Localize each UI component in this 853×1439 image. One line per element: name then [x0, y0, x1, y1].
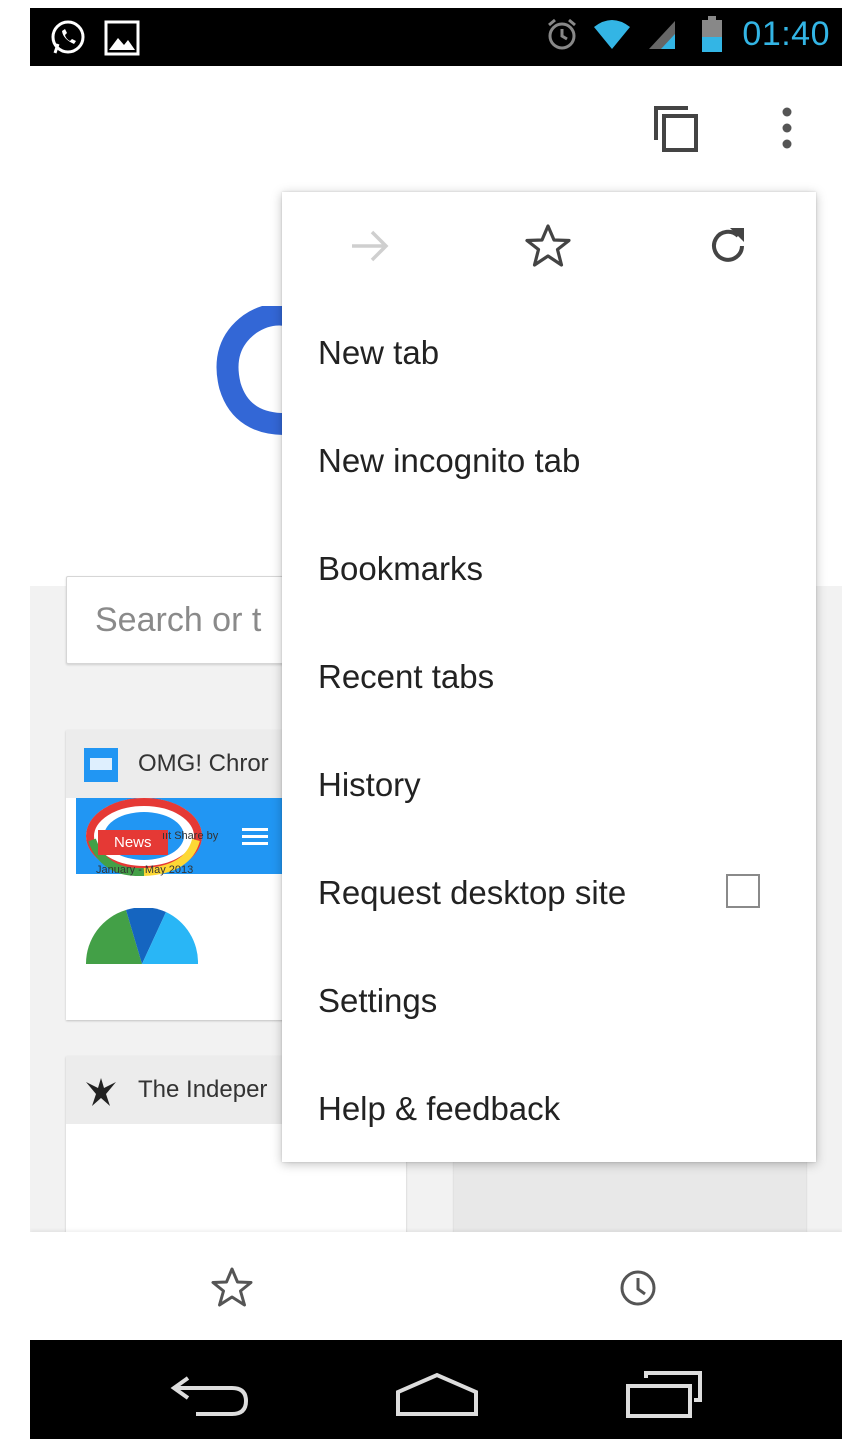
menu-item-new-incognito-tab[interactable]: New incognito tab	[282, 408, 816, 516]
omg-chrome-favicon	[84, 748, 118, 782]
phone-screen: 01:40 Search or t OMG! Chror News ııt Sh…	[30, 8, 842, 1439]
menu-item-history[interactable]: History	[282, 732, 816, 840]
menu-item-label: Recent tabs	[318, 658, 495, 695]
thumbnail-chart-subtitle: January - May 2013	[96, 864, 194, 876]
hamburger-icon	[242, 828, 268, 845]
system-nav-bar	[30, 1340, 842, 1439]
thumbnail-pie-chart	[85, 907, 199, 1020]
gallery-icon	[102, 18, 142, 58]
status-right: 01:40	[542, 14, 830, 54]
menu-icon-row	[282, 192, 816, 300]
whatsapp-icon	[48, 18, 88, 58]
bookmark-star-icon[interactable]	[524, 222, 572, 270]
menu-item-label: New incognito tab	[318, 442, 581, 479]
menu-item-label: History	[318, 766, 421, 803]
status-left	[48, 18, 142, 58]
battery-icon	[692, 14, 732, 54]
menu-item-label: Settings	[318, 982, 438, 1019]
menu-item-label: New tab	[318, 334, 440, 371]
overflow-menu-icon[interactable]	[774, 104, 800, 154]
thumbnail-chart-title: ııt Share by	[162, 830, 219, 842]
recent-history-icon[interactable]	[618, 1268, 658, 1308]
status-time: 01:40	[742, 14, 830, 53]
menu-item-help-feedback[interactable]: Help & feedback	[282, 1056, 816, 1164]
browser-toolbar	[30, 66, 842, 186]
home-icon[interactable]	[394, 1372, 480, 1418]
menu-item-recent-tabs[interactable]: Recent tabs	[282, 624, 816, 732]
forward-icon[interactable]	[346, 222, 394, 270]
menu-item-request-desktop-site[interactable]: Request desktop site	[282, 840, 816, 948]
back-icon[interactable]	[170, 1374, 250, 1418]
reload-icon[interactable]	[704, 222, 752, 270]
overflow-menu: New tab New incognito tab Bookmarks Rece…	[282, 192, 816, 1162]
wifi-icon	[592, 14, 632, 54]
independent-eagle-favicon	[84, 1074, 118, 1108]
request-desktop-site-checkbox[interactable]	[726, 874, 760, 908]
menu-item-new-tab[interactable]: New tab	[282, 300, 816, 408]
menu-item-bookmarks[interactable]: Bookmarks	[282, 516, 816, 624]
menu-item-label: Help & feedback	[318, 1090, 561, 1127]
news-badge: News	[98, 830, 168, 855]
tile-title: The Indeper	[138, 1076, 268, 1103]
signal-icon	[642, 14, 682, 54]
recents-icon[interactable]	[624, 1370, 704, 1420]
search-placeholder: Search or t	[95, 601, 262, 639]
alarm-icon	[542, 14, 582, 54]
status-bar: 01:40	[30, 8, 842, 66]
ntp-bottom-bar	[30, 1232, 842, 1340]
menu-item-settings[interactable]: Settings	[282, 948, 816, 1056]
menu-items: New tab New incognito tab Bookmarks Rece…	[282, 300, 816, 1164]
tab-switcher-icon[interactable]	[652, 104, 702, 154]
bookmarks-star-icon[interactable]	[210, 1266, 254, 1310]
menu-item-label: Bookmarks	[318, 550, 484, 587]
tile-title: OMG! Chror	[138, 750, 269, 777]
menu-item-label: Request desktop site	[318, 874, 627, 911]
